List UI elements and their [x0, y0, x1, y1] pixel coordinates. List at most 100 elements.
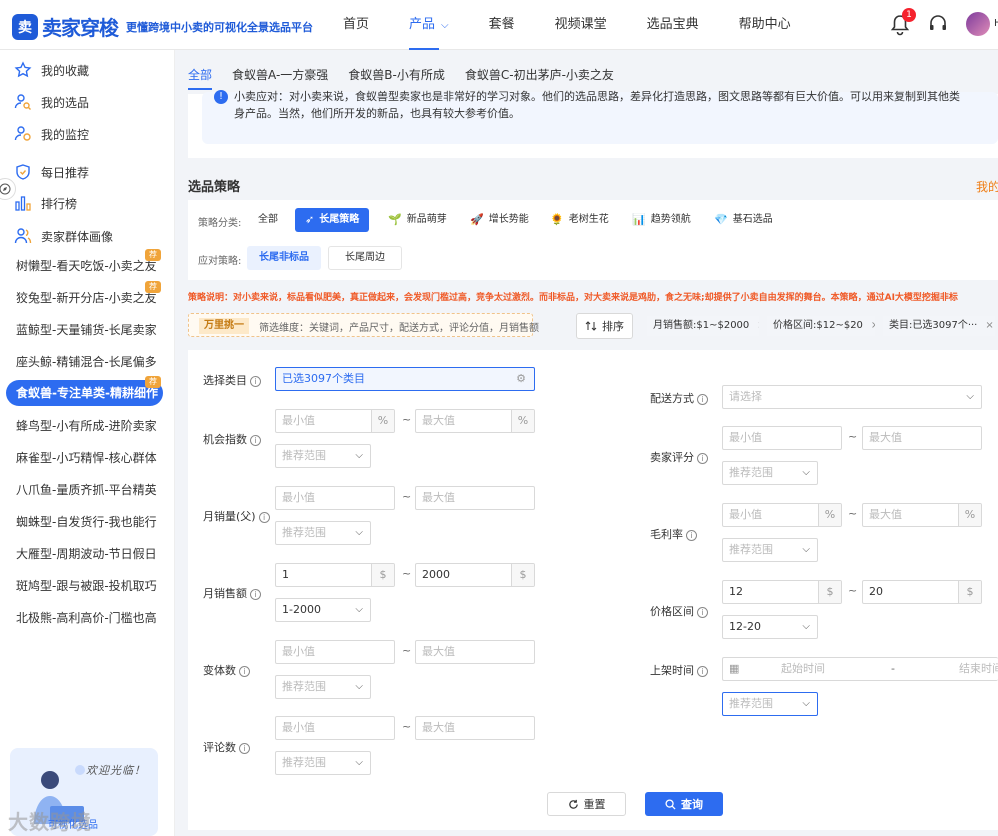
- listing-time-range-picker[interactable]: ▦ 起始时间 - 结束时间: [722, 657, 998, 681]
- sidebar-item-my-selection[interactable]: 我的选品: [14, 90, 89, 114]
- opportunity-max-input[interactable]: 最大值%: [415, 409, 535, 433]
- strategy-chip-oldtree[interactable]: 🌻 老树生花: [550, 208, 609, 232]
- variants-max-input[interactable]: 最大值: [415, 640, 535, 664]
- seller-rating-range-select[interactable]: 推荐范围 ⌵: [722, 461, 818, 485]
- welcome-banner[interactable]: 欢迎光临！ 可视化选品: [10, 748, 158, 836]
- top-header: 卖 卖家穿梭 更懂跨境中小卖的可视化全景选品平台 首页 产品 ⌵ 套餐 视频课堂 …: [0, 0, 998, 50]
- group-goose[interactable]: 大雁型-周期波动-节日假日: [0, 541, 175, 567]
- active-filter-revenue[interactable]: 月销售额:$1~$2000×: [647, 316, 759, 336]
- nav-products[interactable]: 产品 ⌵: [409, 0, 449, 50]
- sunflower-icon: 🌻: [550, 213, 564, 226]
- strategy-chip-longtail[interactable]: ➶ 长尾策略: [295, 208, 370, 232]
- close-icon[interactable]: ×: [871, 320, 875, 331]
- strategy-chip-cornerstone[interactable]: 💎 基石选品: [714, 208, 773, 232]
- recommend-tag: 荐: [145, 281, 161, 293]
- sidebar-item-ranking[interactable]: 排行榜: [14, 191, 77, 215]
- gross-margin-range-select[interactable]: 推荐范围 ⌵: [722, 538, 818, 562]
- avatar[interactable]: [966, 12, 990, 36]
- group-blue-whale[interactable]: 蓝鲸型-天量铺货-长尾卖家: [0, 317, 175, 343]
- category-select[interactable]: 已选3097个类目 ⚙: [275, 367, 535, 391]
- sidebar-item-favorites[interactable]: 我的收藏: [14, 58, 89, 82]
- monthly-sales-max-input[interactable]: 最大值: [415, 486, 535, 510]
- group-dove[interactable]: 斑鸠型-跟与被跟-投机取巧: [0, 573, 175, 599]
- price-max-input[interactable]: 20 $: [862, 580, 982, 604]
- monthly-sales-min-input[interactable]: 最小值: [275, 486, 395, 510]
- nav-plans[interactable]: 套餐: [489, 0, 515, 50]
- query-button[interactable]: 查询: [645, 792, 723, 816]
- response-chip-nonstandard[interactable]: 长尾非标品: [247, 246, 321, 270]
- group-spider[interactable]: 蜘蛛型-自发货行-我也能行: [0, 509, 175, 535]
- help-icon: i: [697, 393, 708, 405]
- sidebar-item-monitor[interactable]: 我的监控: [14, 122, 89, 146]
- chevron-down-icon: ⌵: [355, 527, 363, 538]
- close-icon[interactable]: ×: [757, 320, 759, 331]
- variants-range-select[interactable]: 推荐范围 ⌵: [275, 675, 371, 699]
- help-icon: i: [697, 606, 708, 618]
- group-humpback[interactable]: 座头鲸-精铺混合-长尾偏多: [0, 349, 175, 375]
- price-label: 价格区间 i: [650, 603, 708, 619]
- strategy-chip-trend[interactable]: 📊 趋势领航: [632, 208, 691, 232]
- shipping-select[interactable]: 请选择 ⌵: [722, 385, 982, 409]
- reviews-range-select[interactable]: 推荐范围 ⌵: [275, 751, 371, 775]
- reset-button[interactable]: 重置: [547, 792, 626, 816]
- sidebar: 我的收藏 我的选品 我的监控 每日推荐 排行榜 卖家群体画像 树懒型-看天吃饭-…: [0, 50, 175, 836]
- price-min-input[interactable]: 12 $: [722, 580, 842, 604]
- opportunity-min-input[interactable]: 最小值%: [275, 409, 395, 433]
- welcome-link[interactable]: 可视化选品: [48, 816, 98, 831]
- chevron-down-icon: ⌵: [441, 20, 449, 31]
- group-octopus[interactable]: 八爪鱼-量质齐抓-平台精英: [0, 477, 175, 503]
- nav-home[interactable]: 首页: [343, 0, 369, 50]
- filter-dimension-text: 筛选维度：关键词，产品尺寸，配送方式，评论分值，月销售额: [259, 323, 539, 334]
- info-card: ! 小卖应对：对小卖来说，食蚁兽型卖家也是非常好的学习对象。他们的选品思路，差异…: [188, 90, 998, 158]
- strategy-chip-all[interactable]: 全部: [258, 208, 278, 232]
- user-search-icon: [14, 94, 31, 110]
- gross-margin-min-input[interactable]: 最小值%: [722, 503, 842, 527]
- gross-margin-max-input[interactable]: 最大值%: [862, 503, 982, 527]
- seller-rating-min-input[interactable]: 最小值: [722, 426, 842, 450]
- listing-time-range-select[interactable]: 推荐范围 ⌵: [722, 692, 818, 716]
- tab-anteater-a[interactable]: 食蚁兽A-一方豪强: [232, 62, 328, 90]
- calendar-icon: ▦: [729, 662, 740, 675]
- nav-video-class[interactable]: 视频课堂: [555, 0, 607, 50]
- seller-rating-max-input[interactable]: 最大值: [862, 426, 982, 450]
- help-icon: i: [697, 452, 708, 464]
- monthly-revenue-max-input[interactable]: 2000 $: [415, 563, 535, 587]
- close-icon[interactable]: ×: [985, 320, 993, 331]
- compass-icon: [0, 183, 11, 195]
- tab-anteater-b[interactable]: 食蚁兽B-小有所成: [348, 62, 445, 90]
- response-chip-peripheral[interactable]: 长尾周边: [328, 246, 402, 270]
- monthly-revenue-min-input[interactable]: 1 $: [275, 563, 395, 587]
- tab-anteater-c[interactable]: 食蚁兽C-初出茅庐-小卖之友: [465, 62, 614, 90]
- group-sparrow[interactable]: 麻雀型-小巧精悍-核心群体: [0, 445, 175, 471]
- headset-icon[interactable]: [928, 12, 948, 36]
- opportunity-range-select[interactable]: 推荐范围 ⌵: [275, 444, 371, 468]
- nav-help[interactable]: 帮助中心: [739, 0, 791, 50]
- chevron-down-icon: ⌵: [802, 467, 810, 478]
- active-filter-category[interactable]: 类目:已选3097个··· ×: [883, 316, 995, 336]
- price-range-select[interactable]: 12-20 ⌵: [722, 615, 818, 639]
- reviews-min-input[interactable]: 最小值: [275, 716, 395, 740]
- bar-chart-icon: [15, 196, 31, 211]
- strategy-chip-new[interactable]: 🌱 新品萌芽: [388, 208, 447, 232]
- active-filter-price[interactable]: 价格区间:$12~$20×: [767, 316, 875, 336]
- my-strategy-link[interactable]: 我的: [976, 178, 998, 195]
- reviews-max-input[interactable]: 最大值: [415, 716, 535, 740]
- tab-all[interactable]: 全部: [188, 62, 213, 90]
- monthly-revenue-range-select[interactable]: 1-2000 ⌵: [275, 598, 371, 622]
- brand-logo[interactable]: 卖 卖家穿梭 更懂跨境中小卖的可视化全景选品平台: [12, 12, 313, 41]
- group-polar-bear[interactable]: 北极熊-高利高价-门槛也高: [0, 605, 175, 631]
- sidebar-item-daily[interactable]: 每日推荐: [14, 160, 89, 184]
- strategy-description: 策略说明：对小卖来说，标品看似肥美，真正做起来，会发现门槛过高，竞争太过激烈。而…: [188, 293, 958, 303]
- sort-button[interactable]: 排序: [576, 313, 633, 339]
- sidebar-item-seller-profile[interactable]: 卖家群体画像: [14, 224, 113, 248]
- group-hummingbird[interactable]: 蜂鸟型-小有所成-进阶卖家: [0, 413, 175, 439]
- gem-icon: 💎: [714, 213, 728, 226]
- variants-min-input[interactable]: 最小值: [275, 640, 395, 664]
- nav-guide[interactable]: 选品宝典: [647, 0, 699, 50]
- strategy-chip-growth[interactable]: 🚀 增长势能: [470, 208, 529, 232]
- strategy-card: 策略分类: 全部 ➶ 长尾策略 🌱 新品萌芽 🚀 增长势能 🌻 老树生花 📊 趋势领航 💎…: [188, 200, 998, 280]
- group-anteater[interactable]: 食蚁兽-专注单类-精耕细作: [6, 380, 163, 406]
- help-icon: i: [258, 511, 270, 523]
- bell-icon[interactable]: 1: [890, 8, 916, 36]
- monthly-sales-range-select[interactable]: 推荐范围 ⌵: [275, 521, 371, 545]
